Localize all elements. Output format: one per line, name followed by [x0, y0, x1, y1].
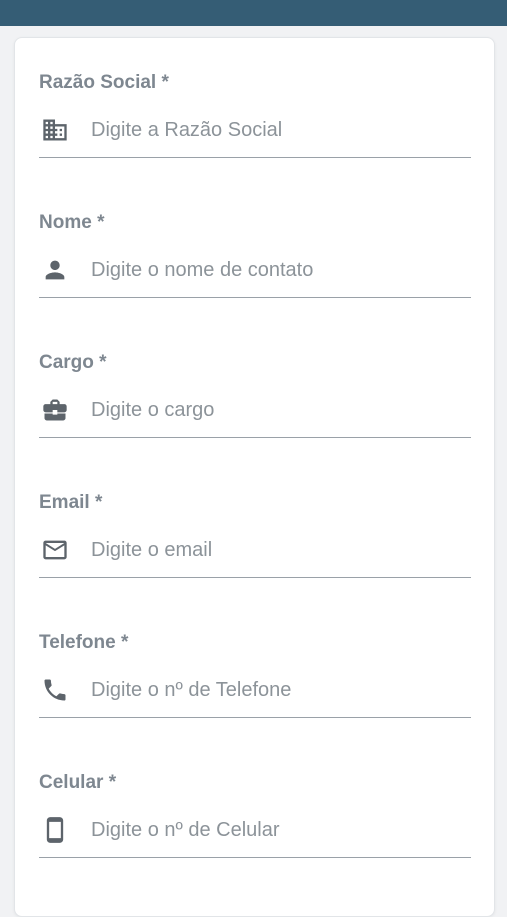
briefcase-icon — [39, 394, 71, 426]
telefone-input-row — [39, 670, 471, 718]
telefone-input[interactable] — [91, 670, 469, 710]
telefone-field: Telefone * — [39, 608, 471, 718]
cargo-label: Cargo * — [39, 352, 107, 373]
person-icon — [39, 254, 71, 286]
celular-field: Celular * — [39, 748, 471, 858]
top-app-bar — [0, 0, 507, 26]
celular-input[interactable] — [91, 810, 469, 850]
mobile-icon — [39, 814, 71, 846]
razao-social-label: Razão Social * — [39, 72, 169, 93]
nome-input[interactable] — [91, 250, 469, 290]
email-field: Email * — [39, 468, 471, 578]
celular-input-row — [39, 810, 471, 858]
email-input-row — [39, 530, 471, 578]
cargo-input[interactable] — [91, 390, 469, 430]
celular-label: Celular * — [39, 772, 117, 793]
mail-icon — [39, 534, 71, 566]
phone-icon — [39, 674, 71, 706]
cargo-field: Cargo * — [39, 328, 471, 438]
email-label: Email * — [39, 492, 103, 513]
razao-social-field: Razão Social * — [39, 48, 471, 158]
nome-field: Nome * — [39, 188, 471, 298]
nome-label: Nome * — [39, 212, 105, 233]
email-input[interactable] — [91, 530, 469, 570]
razao-social-input[interactable] — [91, 110, 469, 150]
razao-social-input-row — [39, 110, 471, 158]
contact-form-card: Razão Social * Nome * Cargo * Email * — [14, 37, 495, 917]
telefone-label: Telefone * — [39, 632, 129, 653]
nome-input-row — [39, 250, 471, 298]
cargo-input-row — [39, 390, 471, 438]
building-icon — [39, 114, 71, 146]
